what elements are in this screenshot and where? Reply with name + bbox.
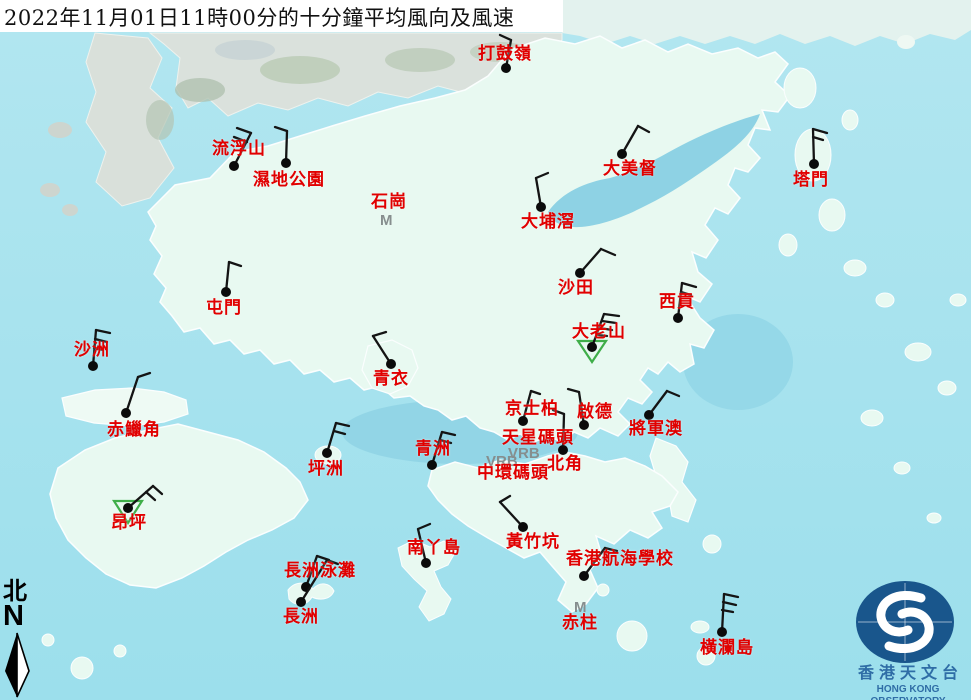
hko-logo-chinese: 香港天文台 xyxy=(845,665,971,683)
station-label-north-point: 北角 xyxy=(547,456,583,473)
station-label-star-ferry: 天星碼頭 xyxy=(502,430,574,447)
station-dot-sai-kung xyxy=(673,313,683,323)
station-dot-sha-tin xyxy=(575,268,585,278)
hko-logo-icon xyxy=(845,578,971,668)
station-dot-tap-mun xyxy=(809,159,819,169)
station-label-cheung-chau-beach: 長洲泳灘 xyxy=(284,563,356,580)
station-dot-ngong-ping xyxy=(123,503,133,513)
station-label-sha-tin: 沙田 xyxy=(558,280,594,297)
station-label-sea-school: 香港航海學校 xyxy=(566,551,674,568)
station-label-tsing-yi: 青衣 xyxy=(373,371,409,388)
station-label-waglan-island: 橫瀾島 xyxy=(700,640,754,657)
station-dot-tai-mei-tuk xyxy=(617,149,627,159)
station-label-ta-kwu-ling: 打鼓嶺 xyxy=(478,46,532,63)
station-label-wong-chuk-hang: 黃竹坑 xyxy=(506,534,560,551)
small-island xyxy=(897,35,915,49)
station-label-lamma-island: 南丫島 xyxy=(407,540,461,557)
station-label-tates-cairn: 大老山 xyxy=(572,324,626,341)
station-label-tuen-mun: 屯門 xyxy=(206,300,242,317)
station-dot-wong-chuk-hang xyxy=(518,522,528,532)
north-letter-label: N xyxy=(3,602,24,631)
station-dot-tsing-yi xyxy=(386,359,396,369)
station-dot-sea-school xyxy=(579,571,589,581)
station-label-tai-mei-tuk: 大美督 xyxy=(603,161,657,178)
hko-logo-english: HONG KONG OBSERVATORY xyxy=(843,684,971,700)
station-dot-lamma-island xyxy=(421,558,431,568)
station-label-chek-lap-kok: 赤鱲角 xyxy=(107,422,161,439)
station-label-tseung-kwan-o: 將軍澳 xyxy=(629,421,683,438)
north-arrow-icon xyxy=(0,631,40,700)
missing-marker-shek-kong: M xyxy=(380,213,393,228)
station-label-green-island: 青洲 xyxy=(415,441,451,458)
station-dot-tuen-mun xyxy=(221,287,231,297)
tung-lung-chau xyxy=(703,535,721,553)
station-dot-tai-po-kau xyxy=(536,202,546,212)
station-dot-green-island xyxy=(427,460,437,470)
station-dot-peng-chau xyxy=(322,448,332,458)
station-dot-chek-lap-kok xyxy=(121,408,131,418)
station-label-kai-tak: 啟德 xyxy=(577,404,613,421)
station-dot-sha-chau xyxy=(88,361,98,371)
station-label-stanley: 赤柱 xyxy=(562,615,598,632)
station-label-cheung-chau: 長洲 xyxy=(283,609,319,626)
map-canvas xyxy=(0,0,971,700)
station-label-shek-kong: 石崗 xyxy=(371,194,407,211)
station-dot-cheung-chau xyxy=(296,597,306,607)
station-dot-ta-kwu-ling xyxy=(501,63,511,73)
station-label-central-pier: 中環碼頭 xyxy=(477,465,549,482)
station-label-tai-po-kau: 大埔滘 xyxy=(521,214,575,231)
station-label-kings-park: 京士柏 xyxy=(505,401,559,418)
station-label-ngong-ping: 昂坪 xyxy=(111,515,147,532)
map-title: 2022年11月01日11時00分的十分鐘平均風向及風速 xyxy=(4,2,514,32)
station-label-sai-kung: 西貢 xyxy=(659,294,695,311)
station-label-peng-chau: 坪洲 xyxy=(308,461,344,478)
station-label-lau-fau-shan: 流浮山 xyxy=(212,141,266,158)
hko-logo: 香港天文台 HONG KONG OBSERVATORY xyxy=(845,578,971,700)
station-dot-lau-fau-shan xyxy=(229,161,239,171)
station-dot-waglan-island xyxy=(717,627,727,637)
title-bar: 2022年11月01日11時00分的十分鐘平均風向及風速 xyxy=(0,0,563,32)
station-label-tap-mun: 塔門 xyxy=(793,172,829,189)
station-dot-tates-cairn xyxy=(587,342,597,352)
station-label-wetland-park: 濕地公園 xyxy=(253,172,325,189)
station-label-sha-chau: 沙洲 xyxy=(74,342,110,359)
wind-map: 2022年11月01日11時00分的十分鐘平均風向及風速 打鼓嶺 流浮山 濕地公… xyxy=(0,0,971,700)
station-dot-wetland-park xyxy=(281,158,291,168)
